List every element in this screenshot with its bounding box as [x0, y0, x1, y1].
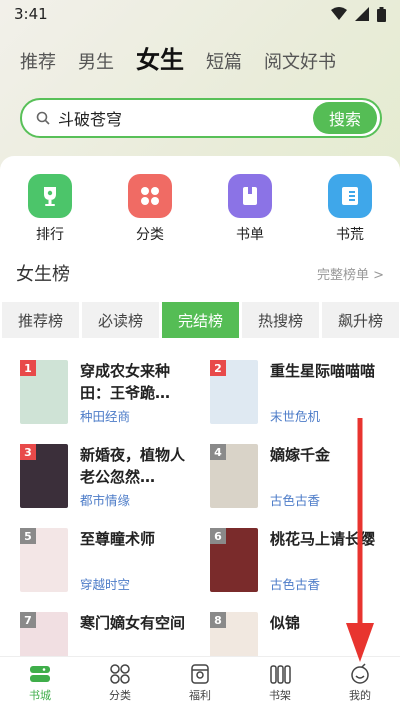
nav-label: 福利: [189, 689, 211, 702]
book-icon: [228, 174, 272, 218]
book-item[interactable]: 5 至尊瞳术师 穿越时空: [20, 528, 200, 598]
search-icon: [36, 111, 50, 125]
tab-good-books[interactable]: 阅文好书: [264, 48, 336, 74]
book-title: 重生星际喵喵喵: [270, 362, 376, 380]
rank-tab-must-read[interactable]: 必读榜: [82, 302, 159, 338]
status-bar: 3:41: [0, 0, 400, 28]
nav-welfare[interactable]: 福利: [160, 657, 240, 710]
list-icon: [328, 174, 372, 218]
nav-bookstore[interactable]: 书城: [0, 657, 80, 710]
grid-icon: [128, 174, 172, 218]
book-title: 至尊瞳术师: [80, 530, 156, 548]
book-genre: 古色古香: [270, 493, 321, 508]
book-title: 寒门嫡女有空间: [80, 614, 186, 632]
search-input[interactable]: 斗破苍穹: [58, 106, 122, 130]
quick-link-label: 书荒: [336, 227, 364, 243]
rank-badge: 8: [210, 612, 226, 628]
search-bar[interactable]: 斗破苍穹 搜索: [20, 98, 382, 138]
rank-badge: 7: [20, 612, 36, 628]
rank-tabs: 推荐榜 必读榜 完结榜 热搜榜 飙升榜: [2, 302, 400, 338]
quick-link-label: 分类: [136, 227, 164, 243]
book-genre: 穿越时空: [80, 577, 131, 592]
full-ranking-link[interactable]: 完整榜单 >: [317, 264, 384, 283]
book-item[interactable]: 1 穿成农女来种田：王爷跪… 种田经商: [20, 360, 200, 430]
rank-tab-completed[interactable]: 完结榜: [162, 302, 239, 338]
trophy-icon: [28, 174, 72, 218]
tab-female[interactable]: 女生: [136, 40, 184, 75]
quick-link-book-shortage[interactable]: 书荒: [300, 174, 400, 244]
quick-link-label: 书单: [236, 227, 264, 243]
rank-tab-hot-search[interactable]: 热搜榜: [242, 302, 319, 338]
search-button[interactable]: 搜索: [313, 102, 377, 134]
nav-label: 我的: [349, 689, 371, 702]
wifi-icon: [331, 7, 347, 20]
rank-section-title: 女生榜: [16, 264, 70, 285]
rank-badge: 6: [210, 528, 226, 544]
signal-icon: [355, 7, 369, 21]
nav-label: 书城: [29, 689, 51, 702]
book-item[interactable]: 3 新婚夜，植物人老公忽然… 都市情缘: [20, 444, 200, 514]
rank-tab-rising[interactable]: 飙升榜: [322, 302, 399, 338]
rank-badge: 1: [20, 360, 36, 376]
quick-link-booklist[interactable]: 书单: [200, 174, 300, 244]
category-icon: [110, 664, 130, 684]
quick-link-category[interactable]: 分类: [100, 174, 200, 244]
bottom-nav: 书城 分类 福利 书架 我的: [0, 656, 400, 710]
status-time: 3:41: [14, 5, 48, 23]
book-title: 穿成农女来种田：王爷跪…: [80, 362, 171, 402]
tab-recommend[interactable]: 推荐: [20, 48, 56, 74]
top-tabs: 推荐 男生 女生 短篇 阅文好书: [20, 40, 336, 75]
book-genre: 种田经商: [80, 409, 131, 424]
rank-badge: 5: [20, 528, 36, 544]
nav-label: 书架: [269, 689, 291, 702]
annotation-arrow: [346, 418, 374, 662]
nav-label: 分类: [109, 689, 131, 702]
nav-category[interactable]: 分类: [80, 657, 160, 710]
book-genre: 都市情缘: [80, 493, 131, 508]
quick-link-label: 排行: [36, 227, 64, 243]
book-genre: 古色古香: [270, 577, 321, 592]
tab-short[interactable]: 短篇: [206, 48, 242, 74]
quick-link-ranking[interactable]: 排行: [0, 174, 100, 244]
book-genre: 末世危机: [270, 409, 321, 424]
rank-badge: 2: [210, 360, 226, 376]
book-title: 新婚夜，植物人老公忽然…: [80, 446, 186, 486]
rank-tab-recommend[interactable]: 推荐榜: [2, 302, 79, 338]
tab-male[interactable]: 男生: [78, 48, 114, 74]
nav-bookshelf[interactable]: 书架: [240, 657, 320, 710]
quick-links: 排行 分类 书单 书荒: [0, 174, 400, 244]
bookshelf-icon: [270, 665, 291, 684]
status-icons: [331, 6, 386, 22]
nav-profile[interactable]: 我的: [320, 657, 400, 710]
battery-icon: [377, 6, 386, 22]
gift-icon: [191, 664, 209, 684]
profile-icon: [351, 663, 369, 684]
bookstore-icon: [30, 666, 50, 682]
rank-badge: 4: [210, 444, 226, 460]
rank-badge: 3: [20, 444, 36, 460]
